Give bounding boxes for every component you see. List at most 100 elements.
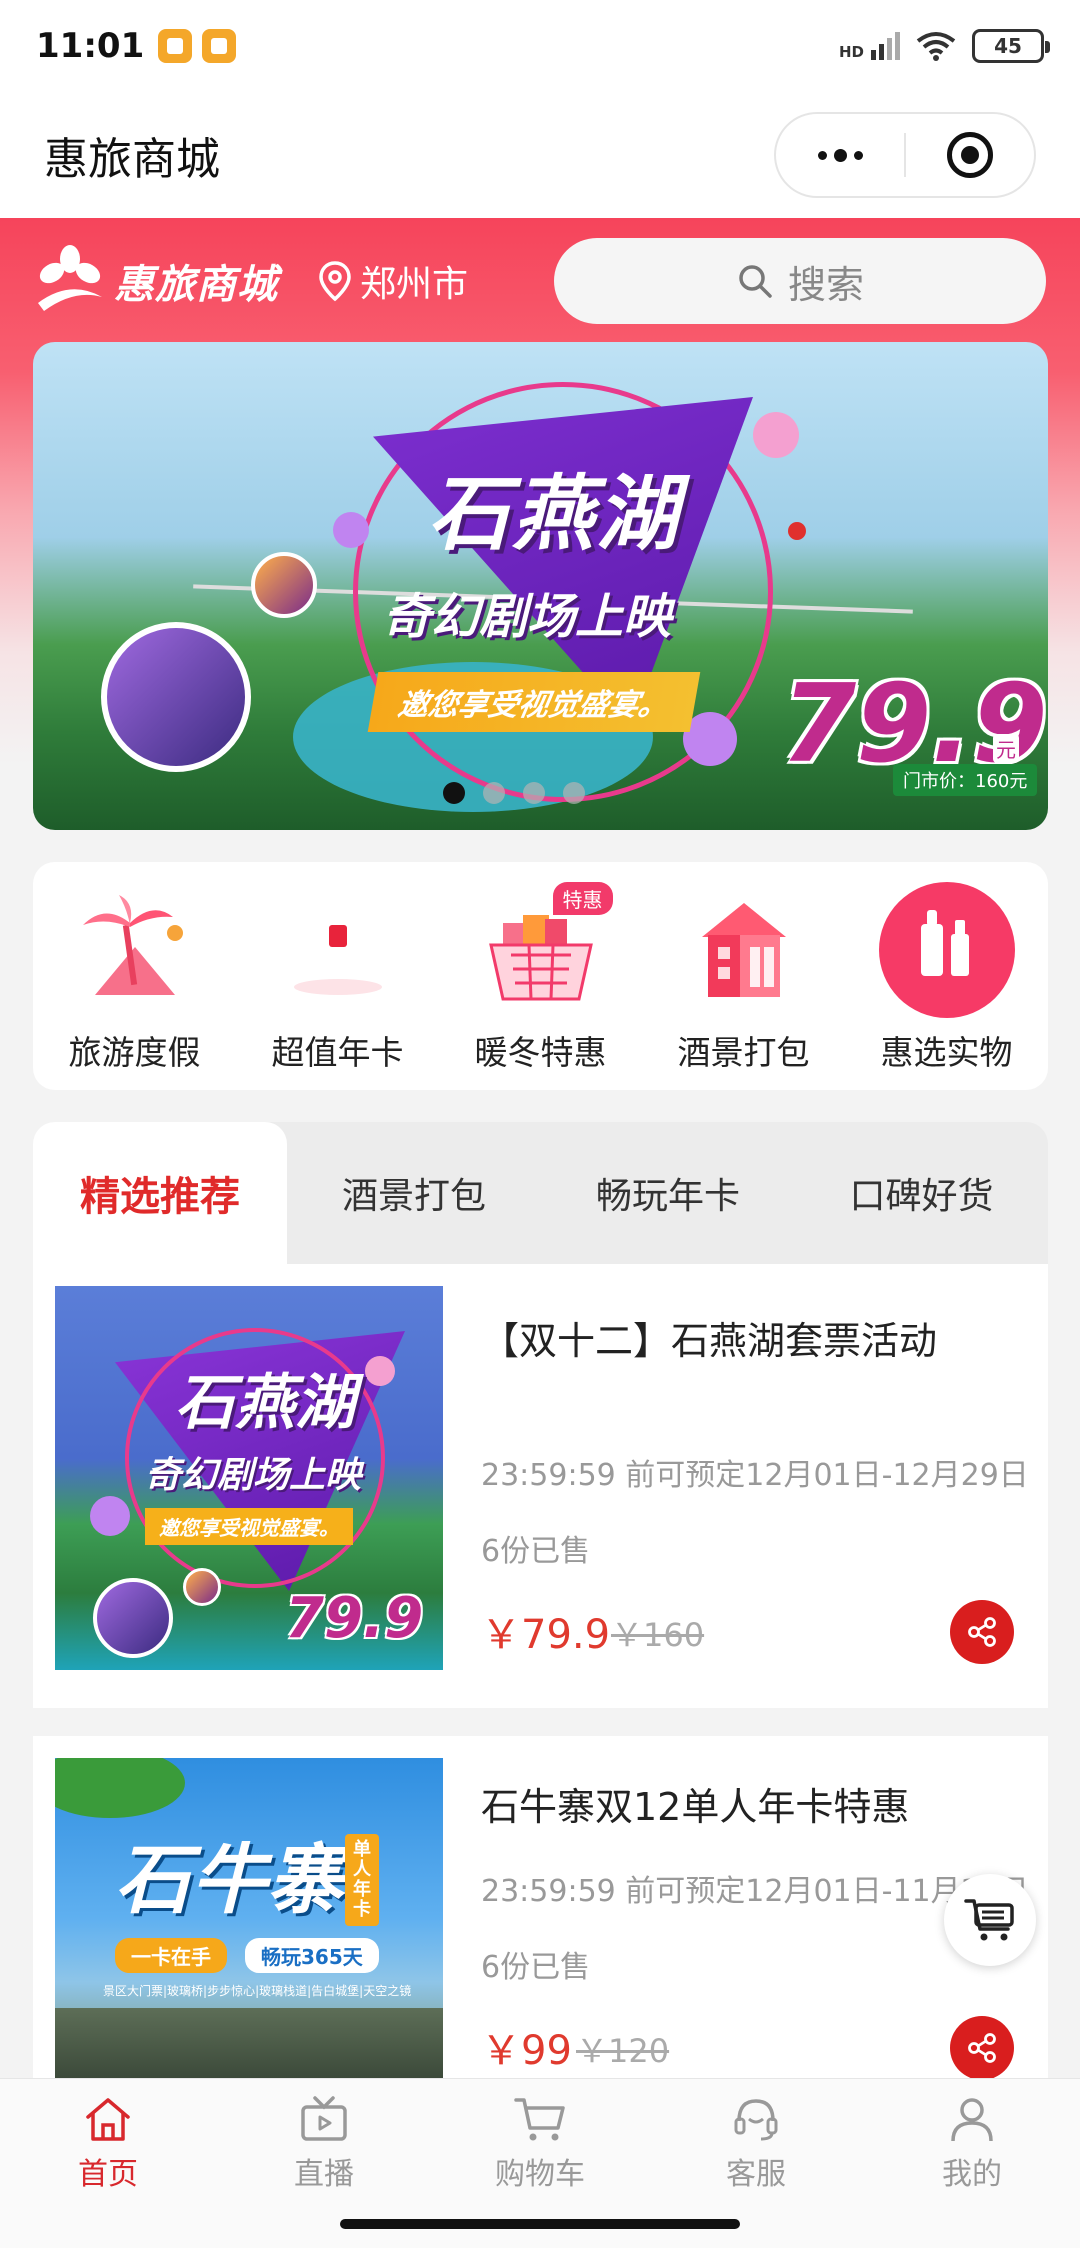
tab-featured[interactable]: 精选推荐	[33, 1122, 287, 1264]
battery-level: 45	[994, 34, 1022, 58]
headset-icon	[734, 2099, 778, 2141]
banner-pagination	[443, 782, 585, 804]
product-original-price: ￥120	[576, 2032, 670, 2070]
brand-flower-icon	[38, 245, 102, 311]
brand-row: 惠旅商城 郑州市 搜索	[0, 218, 1080, 344]
product-image-subline: 奇幻剧场上映	[145, 1455, 362, 1496]
search-input[interactable]: 搜索	[554, 238, 1046, 324]
tab-good-products[interactable]: 口碑好货	[795, 1122, 1048, 1264]
category-label: 旅游度假	[68, 1033, 201, 1072]
notification-app-icon	[202, 29, 237, 63]
category-grid: 旅游度假 超值年卡 特惠 暖冬特惠 酒景打包 惠选实物	[33, 862, 1048, 1090]
cosmetics-icon	[877, 880, 1017, 1020]
target-icon	[946, 132, 993, 178]
mini-program-capsule	[774, 112, 1036, 198]
category-badge: 特惠	[552, 882, 613, 915]
category-winter-deals[interactable]: 特惠 暖冬特惠	[446, 880, 636, 1074]
nav-label: 购物车	[495, 2157, 585, 2192]
product-booking-time: 23:59:59 前可预定12月01日-12月29日	[481, 1458, 1029, 1493]
product-image-headline: 石燕湖	[175, 1368, 355, 1438]
product-price: ￥79.9	[481, 1612, 611, 1658]
category-travel[interactable]: 旅游度假	[40, 880, 230, 1074]
category-hotel-bundle[interactable]: 酒景打包	[649, 880, 839, 1074]
cart-icon	[514, 2098, 565, 2141]
nav-customer-service[interactable]: 客服	[648, 2079, 864, 2209]
search-icon	[739, 265, 772, 298]
product-image-side-tag: 单人年卡	[345, 1834, 379, 1926]
brand-logo: 惠旅商城	[34, 245, 278, 317]
battery-icon: 45	[972, 29, 1050, 63]
status-time: 11:01	[36, 26, 145, 66]
pagination-dot[interactable]	[483, 782, 505, 804]
category-goods[interactable]: 惠选实物	[852, 880, 1042, 1074]
product-card[interactable]: 石燕湖 奇幻剧场上映 邀您享受视觉盛宴。 79.9 【双十二】石燕湖套票活动 2…	[33, 1264, 1048, 1708]
page-title: 惠旅商城	[44, 134, 220, 185]
city-selector[interactable]: 郑州市	[318, 255, 468, 307]
more-options-button[interactable]	[776, 114, 904, 196]
city-name: 郑州市	[360, 264, 469, 305]
tv-live-icon	[301, 2096, 347, 2141]
share-button[interactable]	[950, 2016, 1014, 2080]
tab-hotel-bundle[interactable]: 酒景打包	[287, 1122, 541, 1264]
banner-decoration	[788, 522, 806, 540]
nav-label: 我的	[942, 2157, 1002, 2192]
share-button[interactable]	[950, 1600, 1014, 1664]
banner-decoration	[333, 512, 369, 548]
category-annual-card[interactable]: 超值年卡	[243, 880, 433, 1074]
banner-subline: 奇幻剧场上映	[383, 589, 672, 645]
shopping-basket-icon: 特惠	[471, 880, 613, 1020]
nav-cart[interactable]: 购物车	[432, 2079, 648, 2209]
product-image: 石牛寨 单人年卡 一卡在手 畅玩365天 景区大门票|玻璃桥|步步惊心|玻璃栈道…	[55, 1758, 443, 2078]
tab-annual-pass[interactable]: 畅玩年卡	[541, 1122, 795, 1264]
banner-headline: 石燕湖	[428, 467, 680, 562]
banner-price-unit: 元	[993, 734, 1019, 763]
product-image-price: 79.9	[285, 1586, 424, 1651]
share-icon	[968, 1617, 996, 1647]
product-price: ￥99	[481, 2028, 572, 2074]
promo-banner[interactable]: 石燕湖 奇幻剧场上映 邀您享受视觉盛宴。 79.9 元 门市价：160元	[33, 342, 1048, 830]
nav-label: 首页	[78, 2157, 138, 2192]
status-bar: 11:01 HD 45	[0, 0, 1080, 92]
share-icon	[968, 2033, 996, 2063]
pagination-dot[interactable]	[563, 782, 585, 804]
nav-profile[interactable]: 我的	[864, 2079, 1080, 2209]
location-pin-icon	[319, 261, 351, 302]
banner-tagline: 邀您享受视觉盛宴。	[367, 672, 701, 732]
product-image-tag: 一卡在手	[115, 1938, 227, 1973]
brand-name: 惠旅商城	[114, 262, 278, 308]
floating-order-list-button[interactable]	[944, 1874, 1036, 1966]
product-card[interactable]: 石牛寨 单人年卡 一卡在手 畅玩365天 景区大门票|玻璃桥|步步惊心|玻璃栈道…	[33, 1736, 1048, 2080]
mini-program-title-bar: 惠旅商城	[0, 92, 1080, 218]
notification-app-icon	[158, 29, 193, 63]
product-title: 石牛寨双12单人年卡特惠	[481, 1785, 910, 1829]
category-label: 酒景打包	[677, 1033, 810, 1072]
search-placeholder: 搜索	[787, 262, 864, 307]
wifi-icon	[916, 32, 956, 61]
product-image-tag: 畅玩365天	[245, 1938, 379, 1973]
nav-home[interactable]: 首页	[0, 2079, 216, 2209]
palm-tree-icon	[65, 880, 205, 1020]
banner-performer-avatar	[251, 552, 317, 618]
network-label: HD	[838, 43, 864, 61]
product-image-tag: 邀您享受视觉盛宴。	[145, 1508, 353, 1545]
category-label: 超值年卡	[271, 1033, 404, 1072]
signal-icon: HD	[839, 32, 900, 60]
banner-performer-avatar	[101, 622, 251, 772]
pagination-dot[interactable]	[443, 782, 465, 804]
product-original-price: ￥160	[611, 1616, 705, 1654]
nav-label: 直播	[294, 2157, 354, 2192]
pagination-dot[interactable]	[523, 782, 545, 804]
product-sold-count: 6份已售	[481, 1950, 591, 1985]
product-title: 【双十二】石燕湖套票活动	[481, 1319, 938, 1363]
category-label: 惠选实物	[880, 1033, 1013, 1072]
banner-market-price: 门市价：160元	[893, 764, 1038, 796]
banner-decoration	[753, 412, 799, 458]
annual-card-icon	[268, 880, 408, 1020]
product-sold-count: 6份已售	[481, 1534, 591, 1569]
category-label: 暖冬特惠	[474, 1033, 607, 1072]
nav-live[interactable]: 直播	[216, 2079, 432, 2209]
product-tabs: 精选推荐 酒景打包 畅玩年卡 口碑好货	[33, 1122, 1048, 1264]
user-icon	[951, 2098, 993, 2142]
product-image-headline: 石牛寨	[115, 1835, 343, 1924]
close-mini-program-button[interactable]	[906, 114, 1034, 196]
